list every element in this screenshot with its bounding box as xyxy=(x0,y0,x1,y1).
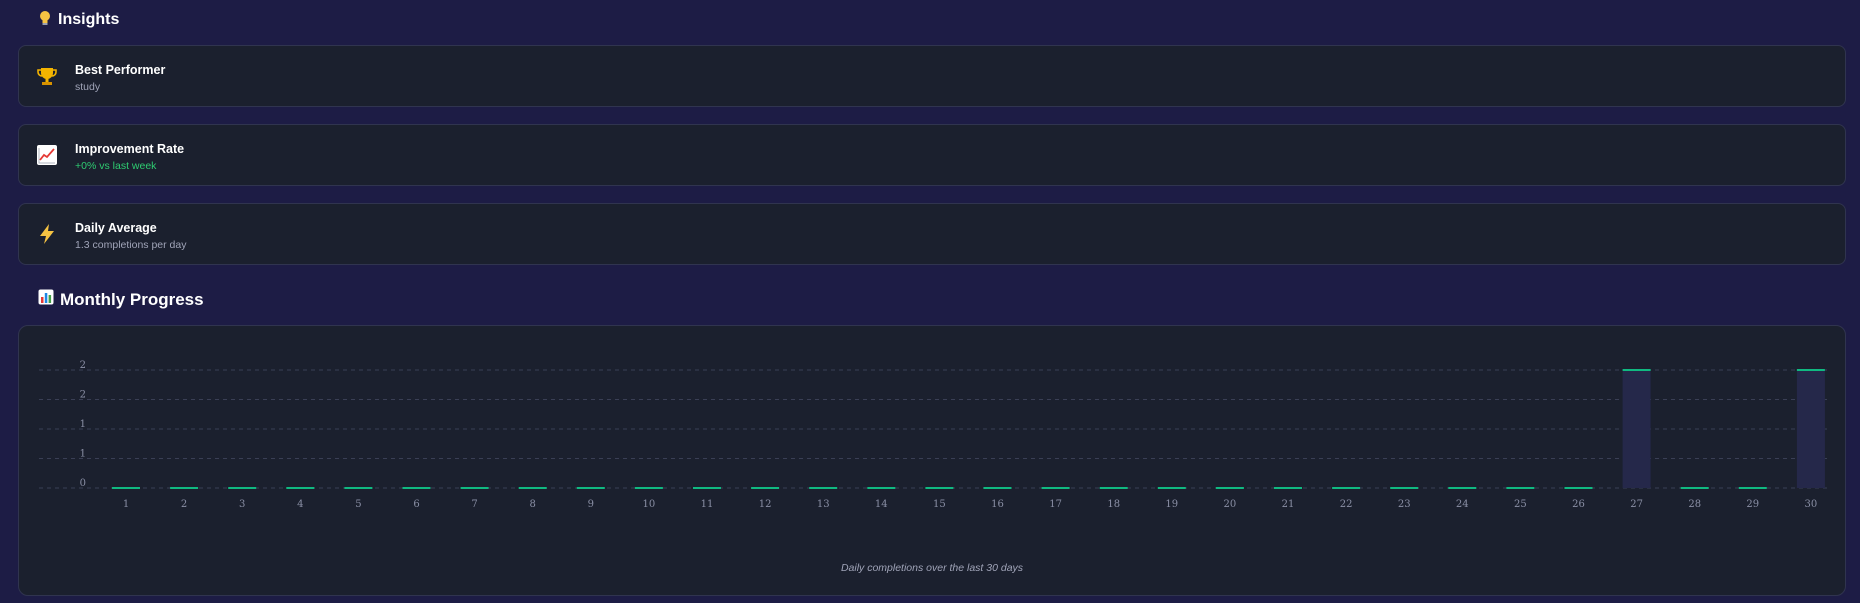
bar-top-day-13 xyxy=(809,487,838,489)
x-tick-label: 23 xyxy=(1398,499,1411,510)
bar-top-day-25 xyxy=(1506,487,1535,489)
bar-top-day-9 xyxy=(576,487,605,489)
x-tick-label: 7 xyxy=(471,499,477,510)
bar-top-day-2 xyxy=(170,487,199,489)
y-tick-label: 1 xyxy=(80,419,86,430)
chart-increasing-icon xyxy=(35,143,59,167)
bar-top-day-16 xyxy=(983,487,1012,489)
x-tick-label: 19 xyxy=(1165,499,1178,510)
bar-day-30 xyxy=(1796,370,1825,488)
bar-top-day-3 xyxy=(228,487,257,489)
card-subtitle: study xyxy=(75,81,101,93)
bar-day-27 xyxy=(1622,370,1651,488)
x-tick-label: 17 xyxy=(1049,499,1062,510)
insights-heading: Insights xyxy=(38,10,119,30)
bar-top-day-21 xyxy=(1274,487,1302,489)
bar-top-day-5 xyxy=(344,487,373,489)
chart-caption: Daily completions over the last 30 days xyxy=(840,562,1024,574)
x-tick-label: 5 xyxy=(355,499,361,510)
x-tick-label: 8 xyxy=(530,499,536,510)
bar-top-day-15 xyxy=(925,487,954,489)
bar-chart-icon xyxy=(38,289,54,310)
bar-top-day-27 xyxy=(1622,369,1651,371)
x-tick-label: 25 xyxy=(1514,499,1527,510)
bar-top-day-22 xyxy=(1332,487,1361,489)
bar-top-day-23 xyxy=(1390,487,1419,489)
bar-top-day-10 xyxy=(634,487,663,489)
x-tick-label: 20 xyxy=(1224,499,1237,510)
x-tick-label: 13 xyxy=(817,499,830,510)
trophy-icon xyxy=(35,64,59,88)
x-tick-label: 15 xyxy=(933,499,946,510)
x-tick-label: 9 xyxy=(588,499,594,510)
x-tick-label: 21 xyxy=(1282,499,1295,510)
x-tick-label: 29 xyxy=(1746,499,1759,510)
monthly-progress-chart: 0 1 1 2 2 1 2 3 4 5 6 7 8 9 10 11 12 13 14 15 16 17 18 19 20 21 22… xyxy=(18,325,1846,596)
y-tick-label: 1 xyxy=(80,449,86,460)
x-tick-label: 22 xyxy=(1340,499,1353,510)
lightbulb-icon xyxy=(38,10,52,30)
card-subtitle: +0% vs last week xyxy=(75,160,157,172)
insight-card-improvement-rate: Improvement Rate +0% vs last week xyxy=(18,124,1846,186)
x-tick-label: 4 xyxy=(297,499,303,510)
bar-top-day-12 xyxy=(751,487,780,489)
x-tick-label: 14 xyxy=(875,499,888,510)
insight-card-best-performer: Best Performer study xyxy=(18,45,1846,107)
insights-title: Insights xyxy=(58,11,120,28)
bar-top-day-30 xyxy=(1796,369,1825,371)
x-tick-label: 28 xyxy=(1688,499,1701,510)
x-tick-label: 16 xyxy=(991,499,1004,510)
bar-top-day-20 xyxy=(1215,487,1244,489)
bar-top-day-14 xyxy=(867,487,896,489)
x-tick-label: 30 xyxy=(1805,499,1818,510)
bar-top-day-24 xyxy=(1448,487,1477,489)
card-title: Best Performer xyxy=(75,63,166,77)
x-tick-label: 6 xyxy=(413,499,419,510)
x-tick-label: 10 xyxy=(643,499,656,510)
x-tick-label: 24 xyxy=(1456,499,1469,510)
bar-top-day-26 xyxy=(1564,487,1593,489)
insight-card-daily-average: Daily Average 1.3 completions per day xyxy=(18,203,1846,265)
bar-top-day-4 xyxy=(286,487,315,489)
bar-top-day-7 xyxy=(460,487,489,489)
bar-top-day-6 xyxy=(402,487,431,489)
monthly-progress-title: Monthly Progress xyxy=(60,289,204,309)
x-tick-label: 18 xyxy=(1107,499,1120,510)
x-tick-label: 12 xyxy=(759,499,772,510)
y-tick-label: 2 xyxy=(80,390,86,401)
card-subtitle: 1.3 completions per day xyxy=(75,239,187,251)
chart-canvas: 011221 2 3 4 5 6 7 8 9 10 11 12 13 14 15 16 17 18 19 20 21 22… xyxy=(39,360,1829,510)
bar-top-day-17 xyxy=(1041,487,1070,489)
x-tick-label: 1 xyxy=(123,499,129,510)
bar-top-day-8 xyxy=(518,487,547,489)
x-tick-label: 3 xyxy=(239,499,245,510)
y-tick-label: 0 xyxy=(80,478,86,489)
lightning-icon xyxy=(35,222,59,246)
x-tick-label: 2 xyxy=(181,499,187,510)
card-title: Daily Average xyxy=(75,221,157,235)
x-tick-label: 11 xyxy=(701,499,714,510)
bar-top-day-19 xyxy=(1157,487,1186,489)
x-tick-label: 26 xyxy=(1572,499,1585,510)
bar-top-day-18 xyxy=(1099,487,1128,489)
x-tick-label: 27 xyxy=(1630,499,1643,510)
bar-top-day-29 xyxy=(1738,487,1767,489)
card-title: Improvement Rate xyxy=(75,142,185,156)
y-tick-label: 2 xyxy=(80,360,86,371)
bar-top-day-28 xyxy=(1680,487,1709,489)
monthly-progress-heading: Monthly Progress xyxy=(38,289,204,310)
bar-top-day-1 xyxy=(112,487,140,489)
bar-top-day-11 xyxy=(693,487,721,489)
